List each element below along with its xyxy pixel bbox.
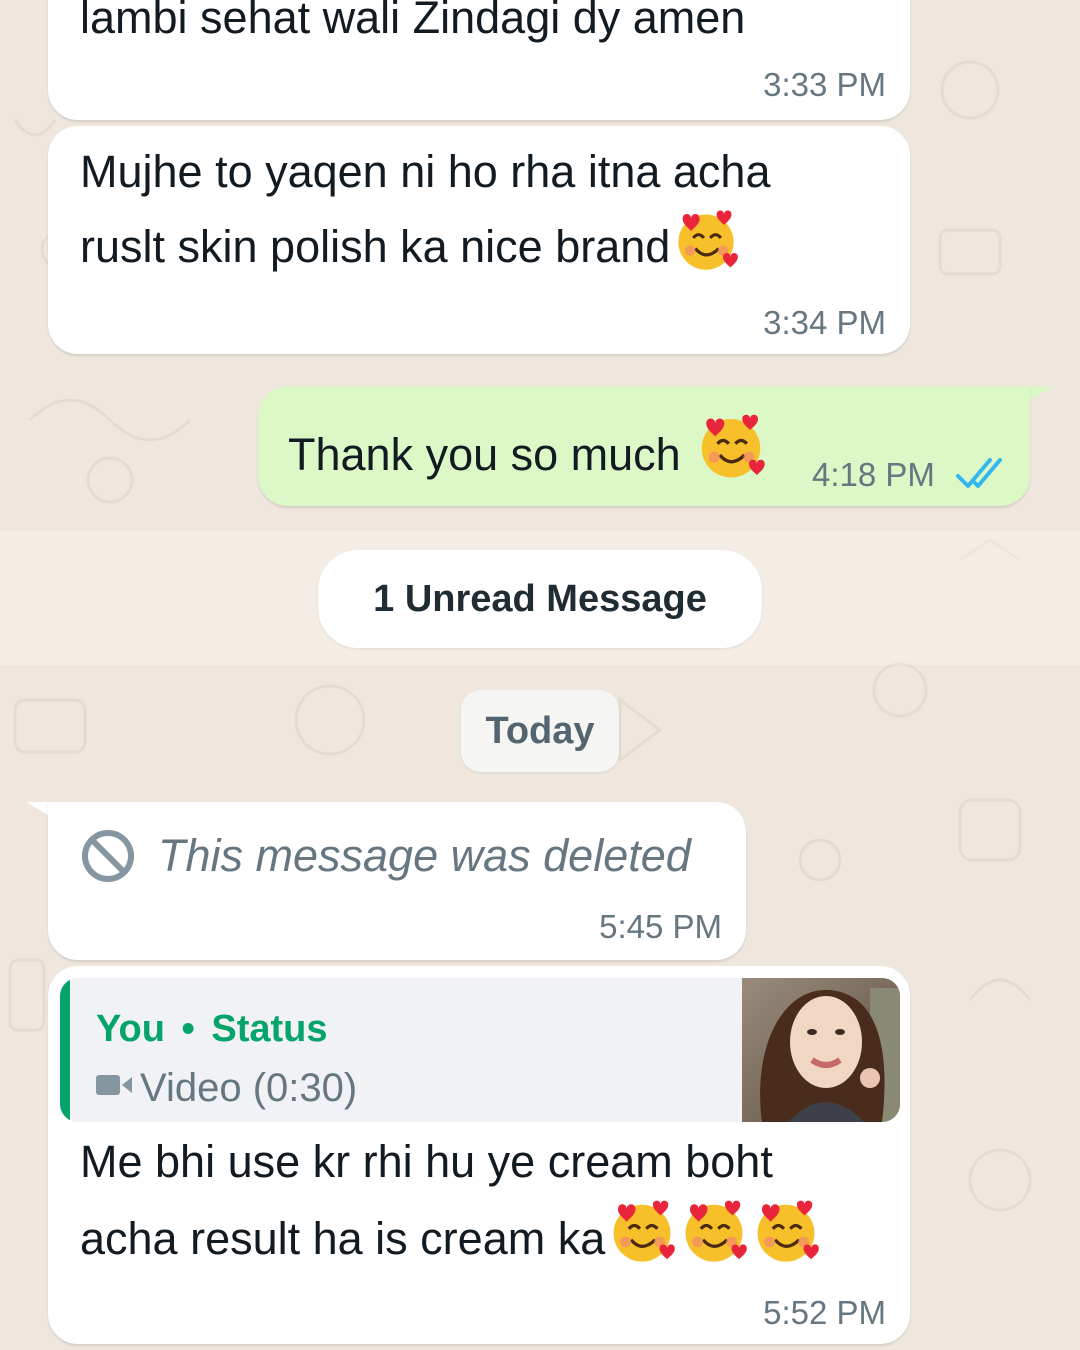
status-video-thumbnail[interactable] — [742, 978, 900, 1122]
date-divider: Today — [461, 690, 619, 772]
incoming-message-bubble[interactable]: Mujhe to yaqen ni ho rha itna acha ruslt… — [48, 126, 910, 354]
message-text: Mujhe to yaqen ni ho rha itna acha ruslt… — [80, 138, 770, 281]
message-timestamp: 5:52 PM — [763, 1294, 886, 1331]
outgoing-message-bubble[interactable]: Thank you so much 4:18 PM — [258, 386, 1030, 506]
message-text: lambi sehat wali Zindagi dy amen — [80, 0, 746, 43]
smiling-face-with-hearts-icon — [695, 410, 767, 482]
message-timestamp: 5:45 PM — [599, 908, 722, 945]
message-line: acha result ha is cream ka — [80, 1213, 606, 1264]
message-line: Thank you so much — [288, 429, 681, 480]
prohibited-icon — [80, 828, 136, 889]
unread-messages-divider: 1 Unread Message — [318, 550, 762, 648]
message-text: Me bhi use kr rhi hu ye cream boht acha … — [80, 1128, 821, 1273]
reply-separator: • — [181, 1008, 195, 1050]
deleted-message-text: This message was deleted — [158, 830, 691, 881]
reply-accent-bar — [60, 978, 70, 1122]
reply-media-label: Video (0:30) — [140, 1066, 358, 1110]
date-divider-label: Today — [485, 709, 595, 752]
reply-source: Status — [211, 1008, 328, 1050]
message-text: Thank you so much — [288, 410, 767, 489]
message-timestamp: 4:18 PM — [812, 456, 935, 493]
message-line: ruslt skin polish ka nice brand — [80, 221, 671, 272]
incoming-message-bubble[interactable]: You • Status Video (0:30) Me bhi use kr … — [48, 966, 910, 1344]
message-line-with-emoji: acha result ha is cream ka — [80, 1196, 821, 1273]
smiling-face-with-hearts-icon — [672, 206, 740, 274]
smiling-face-with-hearts-icon — [679, 1196, 749, 1266]
message-line: Mujhe to yaqen ni ho rha itna acha — [80, 146, 771, 197]
smiling-face-with-hearts-icon — [751, 1196, 821, 1266]
video-camera-icon — [96, 1062, 132, 1107]
message-line: Me bhi use kr rhi hu ye cream boht — [80, 1136, 773, 1187]
quoted-status-reply[interactable]: You • Status Video (0:30) — [60, 978, 900, 1122]
smiling-face-with-hearts-icon — [607, 1196, 677, 1266]
message-timestamp: 3:34 PM — [763, 304, 886, 341]
message-line-with-emoji: ruslt skin polish ka nice brand — [80, 206, 770, 281]
reply-header: You • Status — [96, 1008, 328, 1051]
deleted-message-bubble[interactable]: This message was deleted 5:45 PM — [48, 802, 746, 960]
unread-messages-label: 1 Unread Message — [373, 577, 707, 620]
reply-author: You — [96, 1008, 165, 1050]
reply-media-row: Video (0:30) — [96, 1062, 357, 1111]
read-receipt-double-check-icon — [956, 456, 1006, 495]
message-timestamp: 3:33 PM — [763, 66, 886, 103]
incoming-message-bubble[interactable]: lambi sehat wali Zindagi dy amen 3:33 PM — [48, 0, 910, 120]
